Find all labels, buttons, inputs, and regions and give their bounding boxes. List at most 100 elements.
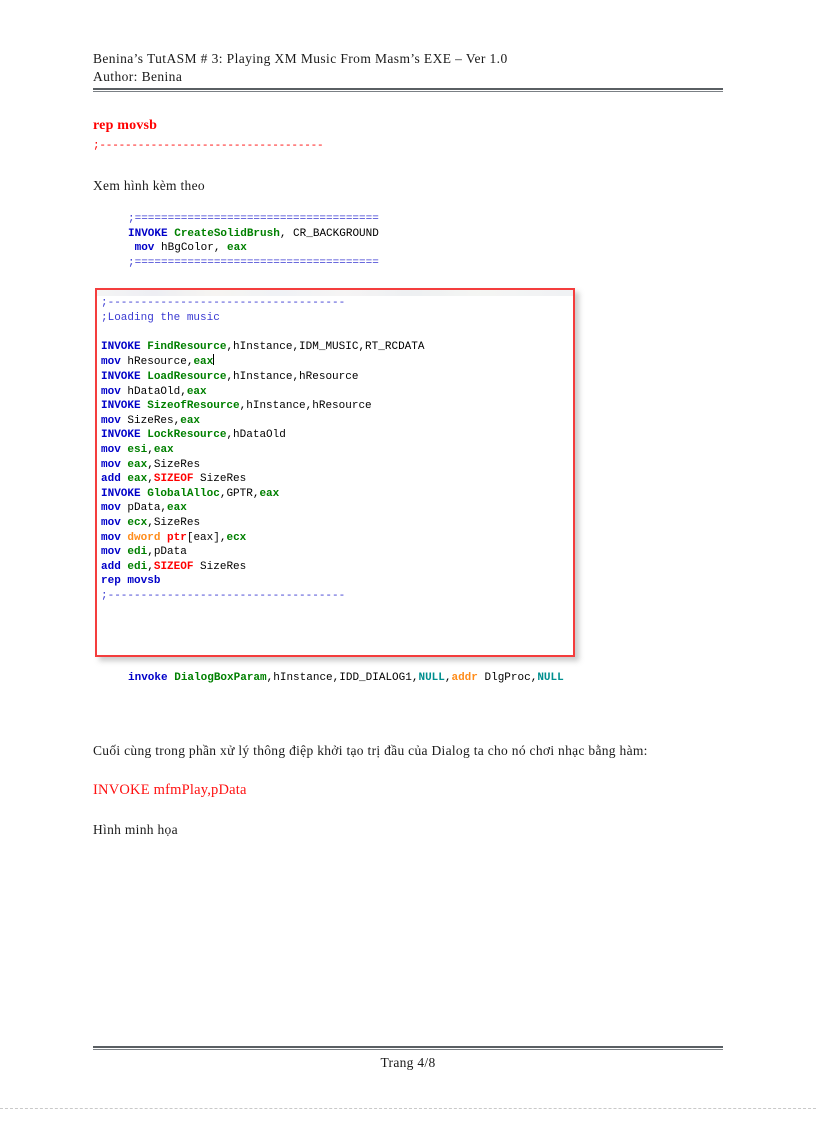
- code-token: mov: [101, 516, 121, 529]
- code-box-line: mov ecx,SizeRes: [101, 516, 571, 531]
- code-token: ,GPTR,: [219, 487, 260, 500]
- code-token: eax: [259, 487, 280, 500]
- code-token: addr: [451, 672, 478, 684]
- code-box-line: INVOKE FindResource,hInstance,IDM_MUSIC,…: [101, 340, 571, 355]
- code-token: INVOKE: [101, 370, 141, 383]
- paragraph-text: Cuối cùng trong phần xử lý thông điệp kh…: [93, 743, 648, 758]
- code-token: ptr: [167, 531, 187, 544]
- code-token: ;=====================================: [128, 256, 379, 269]
- code-listing-loading-music: ;------------------------------------ ;Lo…: [101, 296, 571, 603]
- code-token: eax: [153, 443, 174, 456]
- code-token: ,: [147, 473, 154, 486]
- code-box-line: mov SizeRes,eax: [101, 414, 571, 429]
- code-token: eax: [180, 414, 201, 427]
- code-box-line: add eax,SIZEOF SizeRes: [101, 472, 571, 487]
- code-token: ,SizeRes: [147, 458, 201, 471]
- code-token: eax: [167, 502, 187, 515]
- code-token: NULL: [537, 672, 564, 684]
- code-box-line: mov hDataOld,eax: [101, 385, 571, 400]
- code-token: , CR_BACKGROUND: [279, 227, 379, 240]
- code-token: GlobalAlloc: [147, 487, 220, 500]
- code-token: mov: [101, 546, 121, 559]
- code-token: ,hInstance,IDM_MUSIC,RT_RCDATA: [226, 340, 425, 353]
- footer-rule: [93, 1046, 723, 1050]
- code-token: SizeRes: [193, 473, 247, 486]
- code-token: SizeRes,: [120, 414, 181, 427]
- code-token: SIZEOF: [153, 473, 194, 486]
- page-bottom-edge: [0, 1108, 816, 1109]
- code-token: ,: [147, 443, 154, 456]
- code-token: mov: [101, 385, 121, 398]
- code-box-line: mov dword ptr[eax],ecx: [101, 531, 571, 546]
- code-box-line: add edi,SIZEOF SizeRes: [101, 560, 571, 575]
- code-token: movsb: [127, 575, 161, 588]
- code-token: mov: [101, 356, 121, 369]
- code-box-line: rep movsb: [101, 574, 571, 589]
- code-token: mov: [134, 242, 155, 255]
- code-box-line: INVOKE LoadResource,hInstance,hResource: [101, 370, 571, 385]
- red-code-rep-movsb: rep movsb: [93, 118, 158, 133]
- code-token: SizeRes: [193, 560, 247, 573]
- text-cursor: [213, 354, 215, 366]
- code-token: add: [101, 473, 121, 486]
- code-token: DialogBoxParam: [174, 672, 267, 684]
- red-dashed-comment: ;-----------------------------------: [93, 140, 324, 152]
- code-box-line: ;------------------------------------: [101, 296, 571, 311]
- code-token: ,: [147, 560, 154, 573]
- code-token: pData,: [120, 502, 168, 515]
- snippet-top-line: INVOKE CreateSolidBrush, CR_BACKGROUND: [128, 227, 379, 242]
- code-token: CreateSolidBrush: [174, 227, 280, 240]
- document-page: Benina’s TutASM # 3: Playing XM Music Fr…: [0, 0, 816, 1123]
- code-token: ;------------------------------------: [101, 297, 346, 309]
- snippet-top-line: ;=====================================: [128, 212, 379, 227]
- code-token: edi: [127, 560, 148, 573]
- code-box-line: INVOKE SizeofResource,hInstance,hResourc…: [101, 399, 571, 414]
- code-token: hDataOld,: [120, 385, 187, 398]
- header-rule: [93, 88, 723, 92]
- code-box-line: INVOKE LockResource,hDataOld: [101, 428, 571, 443]
- see-figure-text: Xem hình kèm theo: [93, 178, 205, 193]
- code-token: ;------------------------------------: [101, 589, 346, 602]
- code-token: INVOKE: [128, 227, 168, 240]
- code-token: INVOKE: [101, 429, 141, 442]
- code-token: NULL: [418, 672, 445, 684]
- code-box-line: mov hResource,eax: [101, 354, 571, 370]
- code-token: LoadResource: [147, 370, 227, 383]
- code-token: ;Loading the music: [101, 311, 220, 324]
- code-box-line: mov eax,SizeRes: [101, 458, 571, 473]
- code-token: mov: [101, 458, 121, 471]
- code-token: eax: [227, 242, 247, 255]
- code-token: mov: [101, 502, 121, 515]
- code-token: eax: [127, 473, 148, 486]
- code-token: esi: [127, 443, 148, 456]
- code-token: ,hInstance,hResource: [239, 400, 372, 413]
- code-token: INVOKE: [101, 340, 141, 353]
- code-token: hBgColor,: [154, 242, 228, 255]
- snippet-top-line: mov hBgColor, eax: [128, 241, 379, 256]
- code-token: add: [101, 560, 121, 573]
- code-screenshot-box: ;------------------------------------ ;Lo…: [95, 288, 575, 657]
- invoke-mfmplay-text: INVOKE mfmPlay,pData: [93, 782, 247, 798]
- page-header: Benina’s TutASM # 3: Playing XM Music Fr…: [93, 50, 723, 86]
- footer-page-number: Trang 4/8: [380, 1055, 436, 1070]
- code-token: edi: [127, 546, 148, 559]
- code-snippet-createsolidbrush: ;===================================== IN…: [128, 212, 379, 270]
- code-token: ,hDataOld: [226, 429, 286, 442]
- code-token: mov: [101, 531, 121, 544]
- code-token: ,SizeRes: [147, 516, 201, 529]
- code-box-line: ;------------------------------------: [101, 589, 571, 604]
- code-box-line: [101, 325, 571, 340]
- code-token: mov: [101, 443, 121, 456]
- code-token: ecx: [226, 531, 247, 544]
- header-author: Author: Benina: [93, 69, 183, 84]
- snippet-top-line: ;=====================================: [128, 256, 379, 271]
- code-token: LockResource: [147, 429, 227, 442]
- code-token: rep: [101, 575, 121, 588]
- snippet-bottom-line: invoke DialogBoxParam,hInstance,IDD_DIAL…: [128, 671, 564, 686]
- code-token: INVOKE: [101, 400, 141, 413]
- code-token: invoke: [128, 672, 168, 684]
- code-token: SIZEOF: [153, 560, 194, 573]
- code-token: hResource,: [120, 356, 194, 369]
- code-box-line: mov edi,pData: [101, 545, 571, 560]
